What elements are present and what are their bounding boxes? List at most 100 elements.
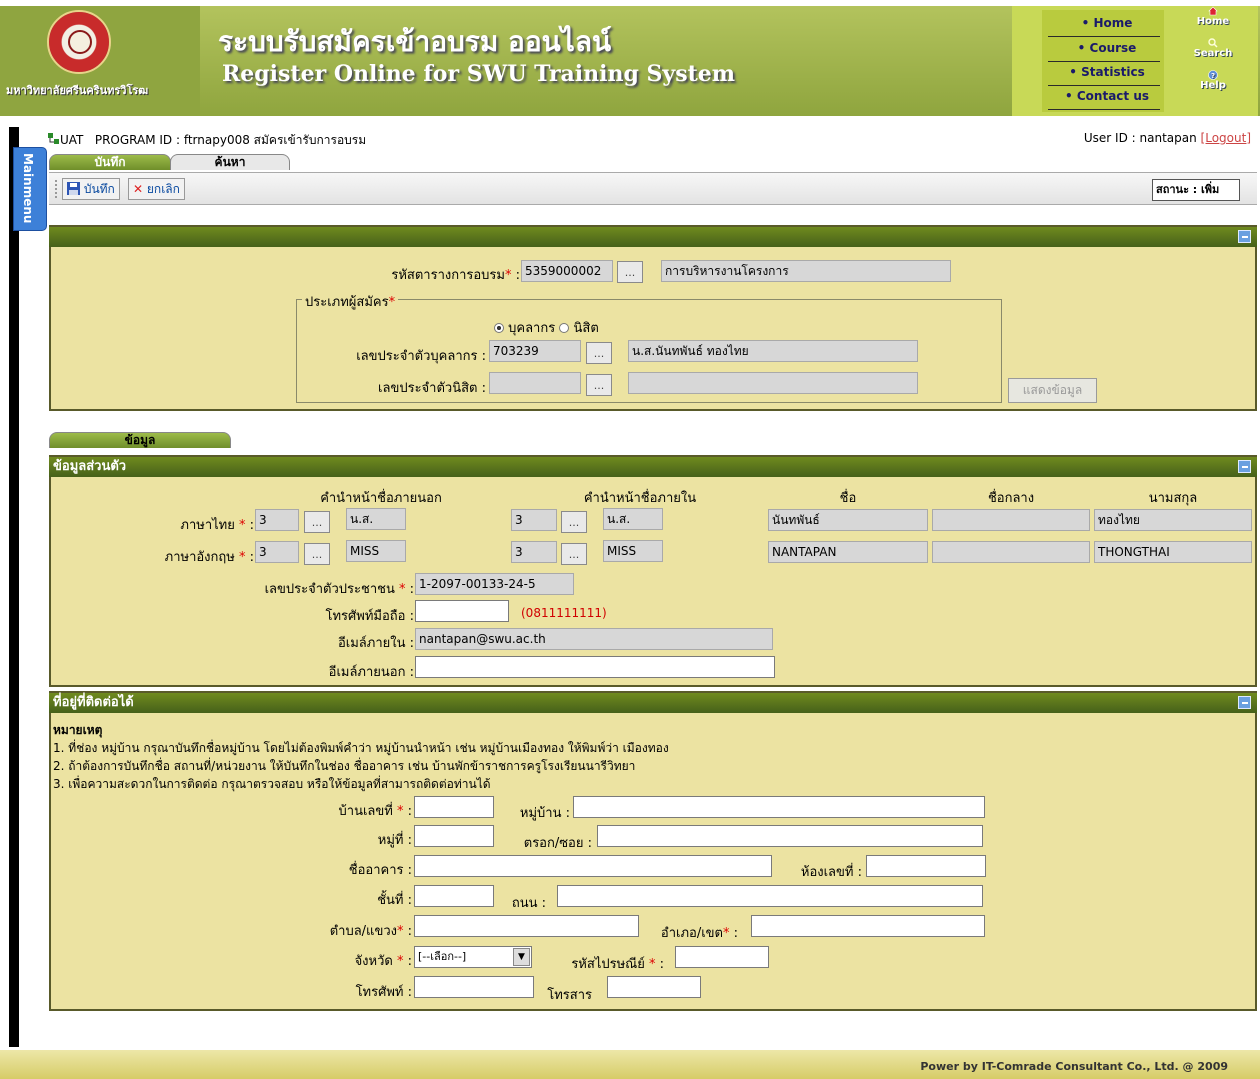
external-email-input[interactable] [415,656,775,678]
room-no-input[interactable] [866,855,986,877]
course-panel-header [49,227,1257,247]
external-email-label: อีเมล์ภายนอก : [328,665,414,680]
fax-input[interactable] [607,976,701,998]
schedule-code-field[interactable]: 5359000002 [521,260,613,282]
building-input[interactable] [414,855,772,877]
chevron-down-icon: ▼ [513,948,530,966]
col-inner-prefix: คำนำหน้าชื่อภายใน [583,491,697,506]
citizen-id-field[interactable]: 1-2097-00133-24-5 [415,573,574,595]
radio-student[interactable] [559,323,570,333]
schedule-name-field: การบริหารงานโครงการ [661,260,951,282]
internal-email-label: อีเมล์ภายใน : [337,636,414,651]
eng-middle-name[interactable] [932,541,1090,563]
university-name: มหาวิทยาลัยศรีนครินทรวิโรฒ [6,84,149,97]
building-label: ชื่ออาคาร : [348,863,412,878]
staff-lookup-button[interactable]: ... [586,342,612,364]
eng-outer-prefix-code[interactable]: 3 [255,541,299,563]
nav-divider [1048,85,1160,86]
collapse-icon[interactable] [1238,696,1251,709]
eng-inner-prefix: MISS [603,540,663,562]
student-id-label: เลขประจำตัวนิสิต : [378,381,486,396]
moo-input[interactable] [414,825,494,847]
mobile-label: โทรศัพท์มือถือ : [325,609,415,624]
soi-input[interactable] [597,825,983,847]
thai-last-name[interactable]: ทองไทย [1094,509,1252,531]
nav-course-link[interactable]: • Course [1052,41,1162,55]
note-line: 1. ที่ช่อง หมู่บ้าน กรุณาบันทึกชื่อหมู่บ… [53,741,669,755]
thai-first-name[interactable]: นันทพันธ์ [768,509,928,531]
save-button[interactable]: บันทึก [62,178,120,200]
cancel-button[interactable]: ✕ ยกเลิก [128,178,185,200]
home-shortcut[interactable]: Home [1190,6,1236,27]
col-first-name: ชื่อ [839,491,857,506]
col-outer-prefix: คำนำหน้าชื่อภายนอก [320,491,442,506]
province-select[interactable]: [--เลือก--] ▼ [414,946,532,968]
tab-search[interactable]: ค้นหา [170,154,290,170]
eng-first-name[interactable]: NANTAPAN [768,541,928,563]
radio-staff-label: บุคลากร [508,321,556,336]
subdistrict-label: ตำบล/แขวง* : [329,924,412,939]
mainmenu-toggle[interactable]: Mainmenu [13,147,47,231]
student-id-field[interactable] [489,372,581,394]
radio-staff[interactable] [494,323,504,333]
status-badge: สถานะ : เพิ่ม [1152,179,1240,201]
staff-name-field: น.ส.นันทพันธ์ ทองไทย [628,340,918,362]
thai-inner-prefix-code[interactable]: 3 [511,509,557,531]
postcode-label: รหัสไปรษณีย์ * : [571,957,664,972]
thai-inner-prefix-lookup[interactable]: ... [561,511,587,533]
eng-inner-prefix-code[interactable]: 3 [511,541,557,563]
nav-home-link[interactable]: • Home [1052,16,1162,30]
personal-panel-header: ข้อมูลส่วนตัว [49,457,1257,477]
village-input[interactable] [573,796,985,818]
subdistrict-input[interactable] [414,915,639,937]
thai-inner-prefix: น.ส. [603,508,663,530]
postcode-input[interactable] [675,946,769,968]
program-id-label: PROGRAM ID : ftrnapy008 สมัครเข้ารับการอ… [94,133,367,147]
thai-outer-prefix-lookup[interactable]: ... [304,511,330,533]
mobile-input[interactable] [415,600,509,622]
user-info: User ID : nantapan [Logout] [1084,131,1251,145]
fax-label: โทรสาร [547,988,592,1003]
eng-outer-prefix-lookup[interactable]: ... [304,543,330,565]
left-frame-bar [9,127,19,1047]
radio-student-label: นิสิต [573,321,599,336]
district-input[interactable] [751,915,985,937]
footer-credit: Power by IT-Comrade Consultant Co., Ltd.… [920,1060,1228,1073]
logout-link[interactable]: [Logout] [1201,131,1251,145]
user-id-label: User ID : nantapan [1083,131,1197,145]
tab-save[interactable]: บันทึก [49,154,171,170]
note-title: หมายเหตุ [53,723,103,737]
thai-outer-prefix-code[interactable]: 3 [255,509,299,531]
internal-email-field[interactable]: nantapan@swu.ac.th [415,628,773,650]
thai-middle-name[interactable] [932,509,1090,531]
col-middle-name: ชื่อกลาง [987,491,1035,506]
thai-outer-prefix: น.ส. [346,508,406,530]
collapse-icon[interactable] [1238,460,1251,473]
tab-info[interactable]: ข้อมูล [49,432,231,448]
staff-id-label: เลขประจำตัวบุคลากร : [356,349,486,364]
staff-id-field[interactable]: 703239 [489,340,581,362]
show-data-button[interactable]: แสดงข้อมูล [1008,378,1097,403]
floor-label: ชั้นที่ : [377,893,412,908]
nav-statistics-link[interactable]: • Statistics [1052,65,1162,79]
toolbar-grip [55,180,58,198]
address-panel-header: ที่อยู่ที่ติดต่อได้ [49,693,1257,713]
nav-contact-link[interactable]: • Contact us [1052,89,1162,103]
road-input[interactable] [557,885,983,907]
citizen-id-label: เลขประจำตัวประชาชน * : [264,582,414,597]
house-no-label: บ้านเลขที่ * : [338,804,412,819]
english-name-label: ภาษาอังกฤษ * : [164,550,254,565]
close-icon: ✕ [133,182,144,196]
eng-last-name[interactable]: THONGTHAI [1094,541,1252,563]
road-label: ถนน : [511,896,546,911]
district-label: อำเภอ/เขต* : [660,926,738,941]
schedule-lookup-button[interactable]: ... [617,261,643,283]
toolbar [49,172,1257,205]
search-shortcut[interactable]: Search [1190,38,1236,59]
student-lookup-button[interactable]: ... [586,374,612,396]
eng-inner-prefix-lookup[interactable]: ... [561,543,587,565]
eng-outer-prefix: MISS [346,540,406,562]
collapse-icon[interactable] [1238,230,1251,243]
help-shortcut[interactable]: ? Help [1190,70,1236,91]
phone-input[interactable] [414,976,534,998]
